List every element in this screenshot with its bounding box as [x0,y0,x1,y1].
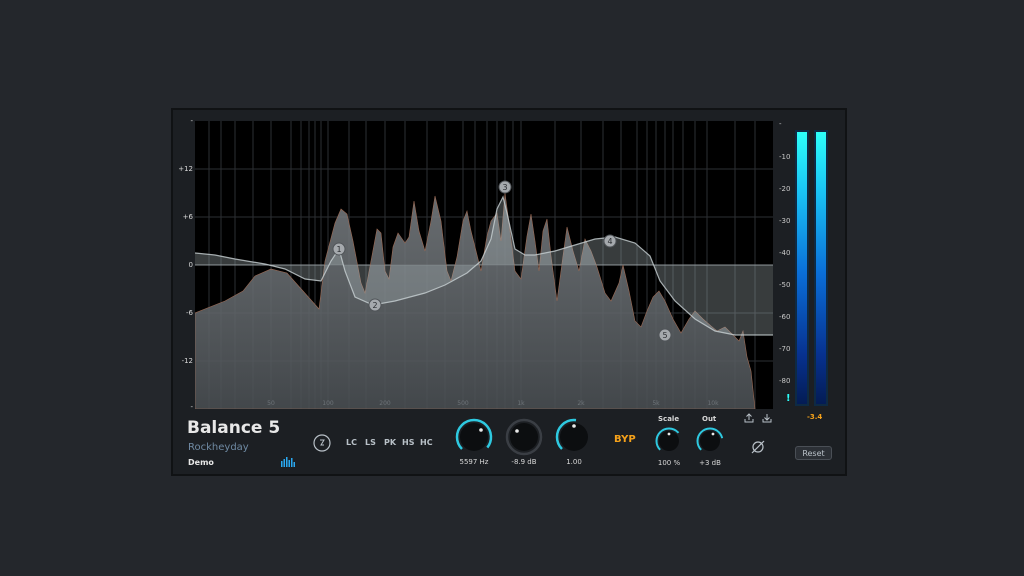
filter-type-lc[interactable]: LC [346,438,357,447]
db-label: 0 [188,261,193,269]
filter-type-hs[interactable]: HS [402,438,414,447]
meter-bar-left [795,130,809,406]
db-label: +6 [182,213,193,221]
meter-label: -60 [779,313,791,321]
meter-label: -40 [779,249,791,257]
spectrum-icon[interactable] [281,457,295,467]
eq-node-label: 1 [336,245,341,254]
meter-label: - [779,120,782,128]
phase-invert-icon[interactable] [751,440,765,454]
filter-type-ls[interactable]: LS [365,438,376,447]
eq-node-label: 2 [372,301,377,310]
gain-knob[interactable] [505,418,543,456]
db-label: +12 [178,165,193,173]
meter-label: -70 [779,345,791,353]
license-label: Demo [188,458,214,467]
eq-node-3[interactable]: 3 [498,180,512,194]
plugin-window: - +12 +6 0 -6 -12 - 1 2 3 4 5 50 100 200… [171,108,847,476]
freq-label: 50 [267,400,275,407]
meter-label: -50 [779,281,791,289]
freq-label: 100 [322,400,334,407]
filter-type-pk[interactable]: PK [384,438,396,447]
vendor-name: Rockheyday [188,442,249,453]
eq-node-5[interactable]: 5 [658,328,672,342]
eq-node-2[interactable]: 2 [368,298,382,312]
output-meter: - -10 -20 -30 -40 -50 -60 -70 -80 ! [773,118,845,408]
freq-label: 10k [707,400,719,407]
out-value: +3 dB [699,459,721,467]
meter-label: -20 [779,185,791,193]
eq-node-1[interactable]: 1 [332,242,346,256]
eq-node-4[interactable]: 4 [603,234,617,248]
eq-node-label: 3 [502,183,507,192]
meter-label: -30 [779,217,791,225]
eq-graph-canvas: 1 2 3 4 5 50 100 200 500 1k 2k 5k 10k [195,121,773,409]
output-readout: -3.4 [807,413,823,421]
out-title: Out [702,415,717,423]
import-icon[interactable] [762,413,772,423]
freq-label: 1k [517,400,525,407]
frequency-knob[interactable] [455,418,493,456]
bypass-button[interactable]: BYP [614,434,636,445]
db-label: - [190,117,193,125]
freq-label: 500 [457,400,469,407]
control-strip: Balance 5 Rockheyday Demo LC LS PK HS HC… [173,409,845,474]
out-knob[interactable] [696,427,724,455]
meter-bar-right [814,130,828,406]
eq-graph[interactable]: 1 2 3 4 5 50 100 200 500 1k 2k 5k 10k [195,121,773,409]
clip-indicator[interactable]: ! [786,393,791,404]
q-knob[interactable] [555,418,593,456]
power-icon[interactable] [312,433,332,453]
export-icon[interactable] [744,413,754,423]
freq-label: 200 [379,400,391,407]
q-value: 1.00 [566,458,582,466]
reset-button[interactable]: Reset [795,446,832,460]
eq-node-label: 4 [607,237,612,246]
freq-label: 2k [577,400,585,407]
scale-knob[interactable] [655,427,683,455]
meter-label: -10 [779,153,791,161]
eq-node-label: 5 [662,331,667,340]
filter-type-hc[interactable]: HC [420,438,433,447]
db-label: -6 [186,309,193,317]
meter-label: -80 [779,377,791,385]
db-label: -12 [181,357,193,365]
freq-label: 5k [652,400,660,407]
plugin-title: Balance 5 [187,418,281,438]
scale-title: Scale [658,415,680,423]
